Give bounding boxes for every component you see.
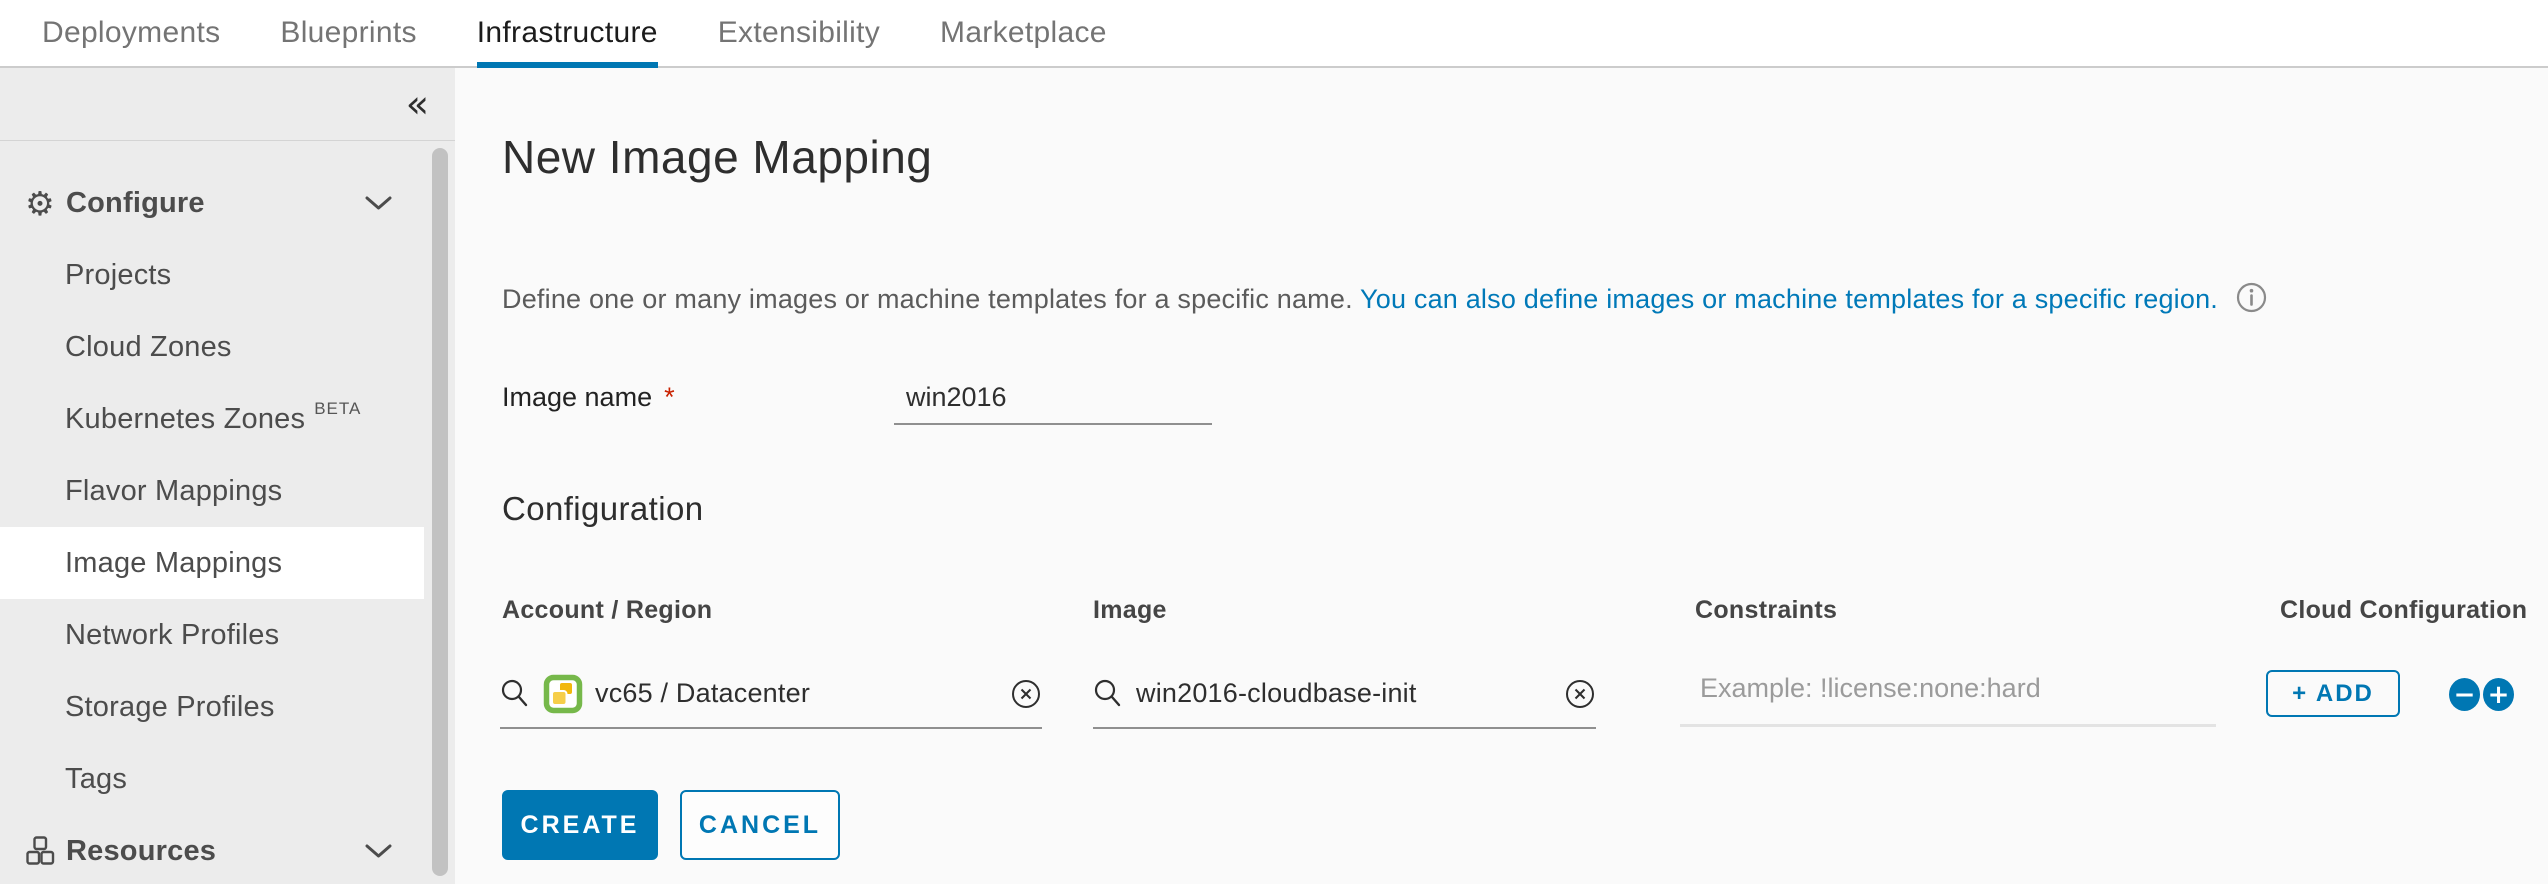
sidebar-item-configure[interactable]: ⚙ Configure	[0, 167, 424, 239]
constraints-input[interactable]	[1680, 660, 2216, 727]
sidebar-item-projects[interactable]: Projects	[0, 239, 424, 311]
account-region-field[interactable]: vc65 / Datacenter	[500, 660, 1042, 729]
clear-account-region-icon[interactable]	[1010, 678, 1042, 710]
sidebar-item-image-mappings[interactable]: Image Mappings	[0, 527, 424, 599]
add-cloud-config-button[interactable]: + ADD	[2266, 670, 2400, 717]
account-region-value: vc65 / Datacenter	[595, 678, 811, 708]
vsphere-icon	[543, 674, 583, 714]
tab-blueprints[interactable]: Blueprints	[280, 0, 416, 67]
chevron-down-icon	[365, 843, 392, 860]
sidebar-item-resources[interactable]: Resources	[0, 815, 424, 884]
beta-badge: BETA	[314, 399, 362, 418]
sidebar-item-network-profiles[interactable]: Network Profiles	[0, 599, 424, 671]
configuration-row: vc65 / Datacenter win2016-cloudbase-init…	[500, 660, 2548, 729]
column-header-constraints: Constraints	[1695, 596, 1838, 624]
cloud-configuration-cell: + ADD − +	[2266, 670, 2548, 720]
column-header-cloud-configuration: Cloud Configuration	[2280, 596, 2528, 624]
required-marker: *	[664, 382, 675, 412]
collapse-sidebar-icon[interactable]: «	[406, 85, 429, 123]
sidebar-nav-list: ⚙ Configure Projects Cloud Zones Kuberne…	[0, 141, 455, 884]
sidebar-header: «	[0, 68, 455, 141]
add-row-button[interactable]: +	[2483, 678, 2514, 711]
tab-infrastructure[interactable]: Infrastructure	[476, 0, 658, 69]
sidebar-item-kubernetes-zones[interactable]: Kubernetes Zones BETA	[0, 383, 424, 455]
top-navigation: Deployments Blueprints Infrastructure Ex…	[0, 0, 2548, 69]
sidebar-item-label: Configure	[66, 186, 205, 219]
clear-image-icon[interactable]	[1564, 678, 1596, 710]
cancel-button[interactable]: CANCEL	[680, 790, 840, 860]
tab-marketplace[interactable]: Marketplace	[940, 0, 1107, 67]
region-mapping-link[interactable]: You can also define images or machine te…	[1360, 284, 2218, 314]
column-header-image: Image	[1093, 596, 1167, 624]
page-title: New Image Mapping	[502, 131, 933, 183]
info-icon[interactable]	[2236, 282, 2267, 313]
sidebar-scrollbar[interactable]	[432, 148, 448, 876]
page-description: Define one or many images or machine tem…	[502, 282, 2267, 315]
create-button[interactable]: CREATE	[502, 790, 658, 860]
configuration-column-headers: Account / Region Image Constraints Cloud…	[502, 596, 2548, 626]
gear-icon: ⚙	[25, 183, 55, 223]
sidebar-item-tags[interactable]: Tags	[0, 743, 424, 815]
search-icon	[500, 678, 531, 709]
tab-deployments[interactable]: Deployments	[42, 0, 220, 67]
sidebar-item-cloud-zones[interactable]: Cloud Zones	[0, 311, 424, 383]
sidebar-item-storage-profiles[interactable]: Storage Profiles	[0, 671, 424, 743]
app-window: Deployments Blueprints Infrastructure Ex…	[0, 0, 2548, 884]
tab-extensibility[interactable]: Extensibility	[718, 0, 880, 67]
search-icon	[1093, 678, 1124, 709]
main-content: New Image Mapping Define one or many ima…	[455, 68, 2548, 884]
image-value: win2016-cloudbase-init	[1136, 678, 1417, 708]
configuration-section-title: Configuration	[502, 490, 704, 527]
image-name-input[interactable]	[894, 378, 1212, 425]
remove-row-button[interactable]: −	[2449, 678, 2480, 711]
column-header-account-region: Account / Region	[502, 596, 713, 624]
image-name-row: Image name *	[502, 378, 1902, 425]
sidebar: « ⚙ Configure Projects Cloud Zones Kuber…	[0, 68, 455, 884]
description-text: Define one or many images or machine tem…	[502, 284, 1361, 314]
chevron-down-icon	[365, 195, 392, 212]
image-field[interactable]: win2016-cloudbase-init	[1093, 660, 1596, 729]
cubes-icon	[23, 835, 57, 867]
sidebar-item-label: Resources	[66, 834, 217, 867]
sidebar-item-flavor-mappings[interactable]: Flavor Mappings	[0, 455, 424, 527]
image-name-label: Image name *	[502, 382, 675, 412]
